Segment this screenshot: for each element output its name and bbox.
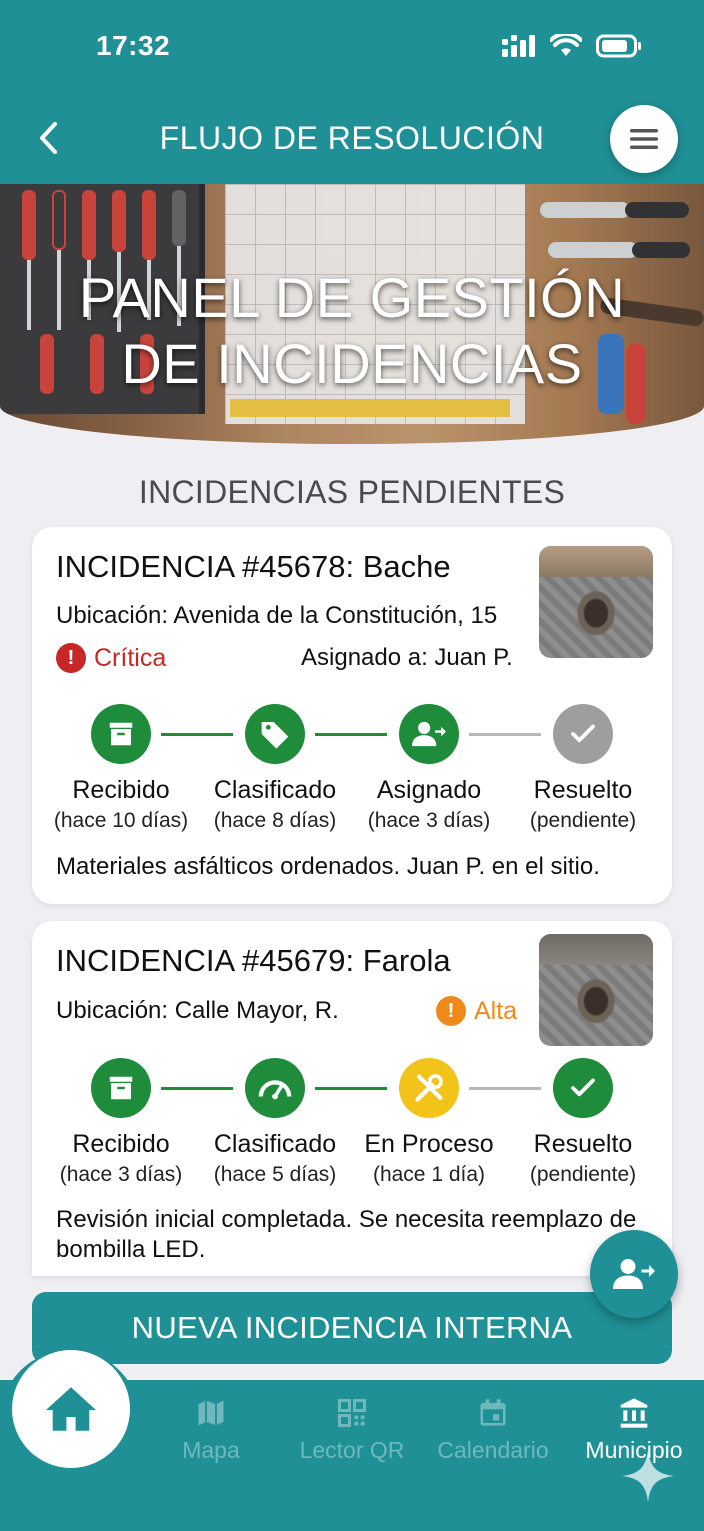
gauge-icon — [245, 1058, 305, 1118]
qr-icon — [338, 1399, 366, 1427]
step-time: (pendiente) — [529, 809, 637, 832]
incident-note: Materiales asfálticos ordenados. Juan P.… — [56, 853, 600, 880]
alert-icon: ! — [56, 643, 86, 673]
status-icons — [502, 34, 642, 58]
nav-item-mapa[interactable]: Mapa — [141, 1395, 281, 1464]
step-label: Clasificado — [213, 1130, 337, 1158]
step-clasificado: Clasificado (hace 8 días) — [195, 704, 355, 833]
step-resuelto: Resuelto (pendiente) — [503, 1058, 663, 1187]
step-label: Recibido — [72, 776, 170, 804]
bank-icon — [620, 1398, 648, 1428]
incident-note: Revisión inicial completada. Se necesita… — [56, 1206, 637, 1263]
nav-item-lector-qr[interactable]: Lector QR — [282, 1395, 422, 1464]
step-time: (hace 10 días) — [53, 809, 189, 832]
step-time: (hace 3 días) — [59, 1163, 183, 1186]
check-icon — [553, 704, 613, 764]
incident-location: Ubicación: Avenida de la Constitución, 1… — [56, 602, 498, 629]
pothole-photo[interactable] — [539, 546, 653, 658]
priority-label: Crítica — [94, 643, 167, 672]
nav-item-calendario[interactable]: Calendario — [423, 1395, 563, 1464]
menu-button[interactable] — [610, 105, 678, 173]
tools-icon — [399, 1058, 459, 1118]
step-time: (hace 3 días) — [367, 809, 491, 832]
progress-timeline: Recibido (hace 10 días) Clasificado (hac… — [32, 704, 672, 834]
streetlight-photo[interactable] — [539, 934, 653, 1046]
assign-user-icon — [399, 704, 459, 764]
progress-timeline: Recibido (hace 3 días) Clasificado (hace… — [32, 1058, 672, 1188]
page-title: FLUJO DE RESOLUCIÓN — [159, 120, 545, 156]
assigned-label: Asignado a: Juan P. — [301, 644, 513, 671]
assign-user-fab[interactable] — [590, 1230, 678, 1318]
incident-title: INCIDENCIA #45678: Bache — [56, 549, 451, 584]
archive-icon — [91, 1058, 151, 1118]
hero-title: PANEL DE GESTIÓN DE INCIDENCIAS — [0, 265, 704, 397]
new-incident-button[interactable]: NUEVA INCIDENCIA INTERNA — [32, 1292, 672, 1364]
signal-icon — [502, 35, 535, 57]
nav-label: Calendario — [437, 1437, 549, 1463]
step-asignado: Asignado (hace 3 días) — [349, 704, 509, 833]
home-icon — [45, 1387, 97, 1431]
incident-location: Ubicación: Calle Mayor, R. — [56, 997, 339, 1024]
step-en-proceso: En Proceso (hace 1 día) — [349, 1058, 509, 1187]
app-header: 17:32 FLUJO DE RESOLUCIÓN — [0, 0, 704, 185]
archive-icon — [91, 704, 151, 764]
check-icon — [553, 1058, 613, 1118]
step-label: Resuelto — [533, 1130, 633, 1158]
step-recibido: Recibido (hace 10 días) — [41, 704, 201, 833]
status-time: 17:32 — [96, 30, 171, 61]
nav-label: Mapa — [182, 1437, 240, 1463]
nav-label: Lector QR — [299, 1437, 405, 1463]
step-label: En Proceso — [364, 1130, 494, 1158]
step-label: Clasificado — [213, 776, 337, 804]
calendar-icon — [480, 1399, 506, 1426]
map-icon — [198, 1400, 224, 1426]
incident-card[interactable]: INCIDENCIA #45678: Bache Ubicación: Aven… — [32, 527, 672, 904]
priority-badge: ! Crítica — [56, 643, 166, 673]
step-label: Asignado — [376, 776, 482, 804]
hero-title-line1: PANEL DE GESTIÓN — [78, 266, 626, 329]
section-title: INCIDENCIAS PENDIENTES — [138, 474, 566, 510]
step-time: (hace 5 días) — [213, 1163, 337, 1186]
battery-icon — [596, 34, 641, 58]
incident-card[interactable]: INCIDENCIA #45679: Farola Ubicación: Cal… — [32, 921, 672, 1276]
priority-label: Alta — [474, 996, 518, 1025]
step-time: (hace 8 días) — [213, 809, 337, 832]
incident-title: INCIDENCIA #45679: Farola — [56, 943, 451, 978]
priority-badge: ! Alta — [436, 996, 517, 1026]
tag-icon — [245, 704, 305, 764]
assign-user-icon — [613, 1259, 655, 1289]
hamburger-icon — [630, 129, 658, 149]
sparkle-icon — [622, 1450, 674, 1502]
step-label: Recibido — [72, 1130, 170, 1158]
alert-icon: ! — [436, 996, 466, 1026]
step-time: (hace 1 día) — [372, 1163, 486, 1186]
home-button[interactable] — [12, 1350, 130, 1468]
step-label: Resuelto — [533, 776, 633, 804]
step-resuelto: Resuelto (pendiente) — [503, 704, 663, 833]
hero-title-line2: DE INCIDENCIAS — [121, 332, 583, 395]
wifi-icon — [550, 34, 582, 56]
step-recibido: Recibido (hace 3 días) — [41, 1058, 201, 1187]
step-time: (pendiente) — [529, 1163, 637, 1186]
step-clasificado: Clasificado (hace 5 días) — [195, 1058, 355, 1187]
